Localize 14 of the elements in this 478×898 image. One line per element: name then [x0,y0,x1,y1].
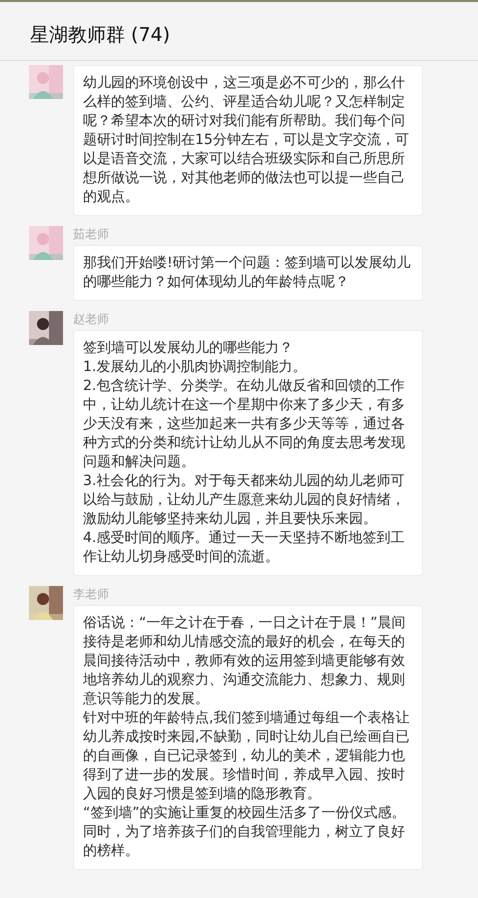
message-text: 俗话说：“一年之计在于春，一日之计在于晨！”晨间接待是老师和幼儿情感交流的最好的机会，在每天的晨间接待活动中，教师有效的运用签到墙更能够有效地培养幼儿的观察力、沟通交流能力、想象力、规则意识等能力的发展。 [83,614,407,709]
message-text: 1.发展幼儿的小肌肉协调控制能力。 [83,358,308,377]
message-text: 签到墙可以发展幼儿的哪些能力？ [83,339,294,358]
message-text: 针对中班的年龄特点,我们签到墙通过每组一个表格让幼儿养成按时来园,不缺勤，同时让幼儿自已绘画自已的自画像，自已记录签到，幼儿的美术，逻辑能力也得到了进一步的发展。珍惜时间，养成早入园、按时入园的良好习惯是签到墙的隐形教育。 [83,709,410,804]
sender-name: 茹老师 [73,226,109,242]
message-text: 那我们开始喽!研讨第一个问题：签到墙可以发展幼儿的哪些能力？如何体现幼儿的年龄特点呢？ [83,254,412,292]
message-text: 4.感受时间的顺序。通过一天一天坚持不断地签到工作让幼儿切身感受时间的流逝。 [83,529,406,567]
chat-title: 星湖教师群 (74) [30,23,170,48]
sender-name: 赵老师 [73,311,109,327]
message-text: “签到墙”的实施让重复的校园生活多了一份仪式感。同时，为了培养孩子们的自我管理能力，树立了良好的榜样。 [83,804,407,861]
message-text: 2.包含统计学、分类学。在幼儿做反省和回馈的工作中，让幼儿统计在这一个星期中你来了多少天，有多少天没有来，这些加起来一共有多少天等等，通过各种方式的分类和统计让幼儿从不同的角度去思考发现问题和解决问题。 [83,377,406,472]
sender-name: 李老师 [73,586,109,602]
message-text: 3.社会化的行为。对于每天都来幼儿园的幼儿老师可以给与鼓励，让幼儿产生愿意来幼儿园的良好情绪，激励幼儿能够坚持来幼儿园，并且要快乐来园。 [83,472,406,529]
message-text: 幼儿园的环境创设中，这三项是必不可少的，那么什么样的签到墙、公约、评星适合幼儿呢？又怎样制定呢？希望本次的研讨对我们能有所帮助。我们每个问题研讨时间控制在15分钟左右，可以是文字交流，可以是语音交流，大家可以结合班级实际和自己所思所想所做说一说，对其他老师的做法也可以提一些自己的观点。 [83,74,410,207]
